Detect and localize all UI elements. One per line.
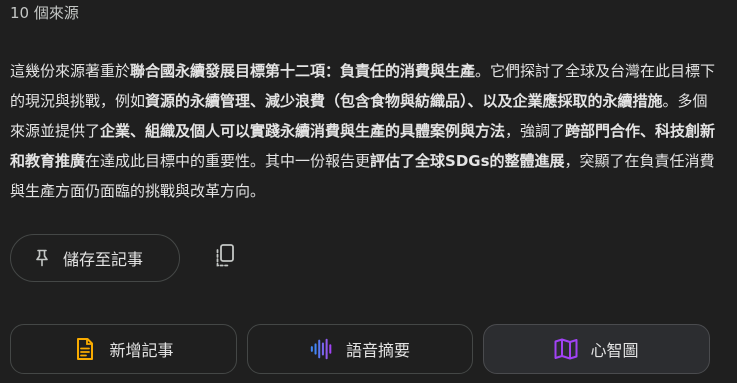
add-note-button[interactable]: 新增記事 [10,324,237,374]
summary-segment: 這幾份來源著重於 [10,62,131,80]
summary-segment: ，強調了 [505,122,566,140]
copy-icon [214,243,236,273]
summary-segment-bold: 資源的永續管理、減少浪費（包含食物與紡織品）、以及企業應採取的永續措施 [145,92,663,110]
map-icon [554,337,578,361]
audio-overview-button[interactable]: 語音摘要 [247,324,473,374]
copy-button[interactable] [207,240,243,276]
summary-segment-bold: 評估了全球SDGs的整體進展 [370,152,565,170]
save-to-note-button[interactable]: 儲存至記事 [10,234,180,282]
mind-map-button[interactable]: 心智圖 [483,324,710,374]
mind-map-label: 心智圖 [590,341,639,360]
audio-overview-label: 語音摘要 [345,341,410,360]
summary-segment-bold: 聯合國永續發展目標第十二項：負責任的消費與生產 [130,62,476,80]
add-note-label: 新增記事 [109,341,174,360]
source-count: 10 個來源 [10,4,79,22]
summary-text: 這幾份來源著重於聯合國永續發展目標第十二項：負責任的消費與生產。它們探討了全球及… [10,56,722,206]
summary-segment-bold: 企業、組織及個人可以實踐永續消費與生產的具體案例與方法 [100,122,506,140]
pin-icon [33,249,51,267]
audio-waveform-icon [310,337,334,361]
summary-segment: 在達成此目標中的重要性。其中一份報告更 [85,152,371,170]
save-to-note-label: 儲存至記事 [63,250,144,269]
note-icon [73,337,97,361]
